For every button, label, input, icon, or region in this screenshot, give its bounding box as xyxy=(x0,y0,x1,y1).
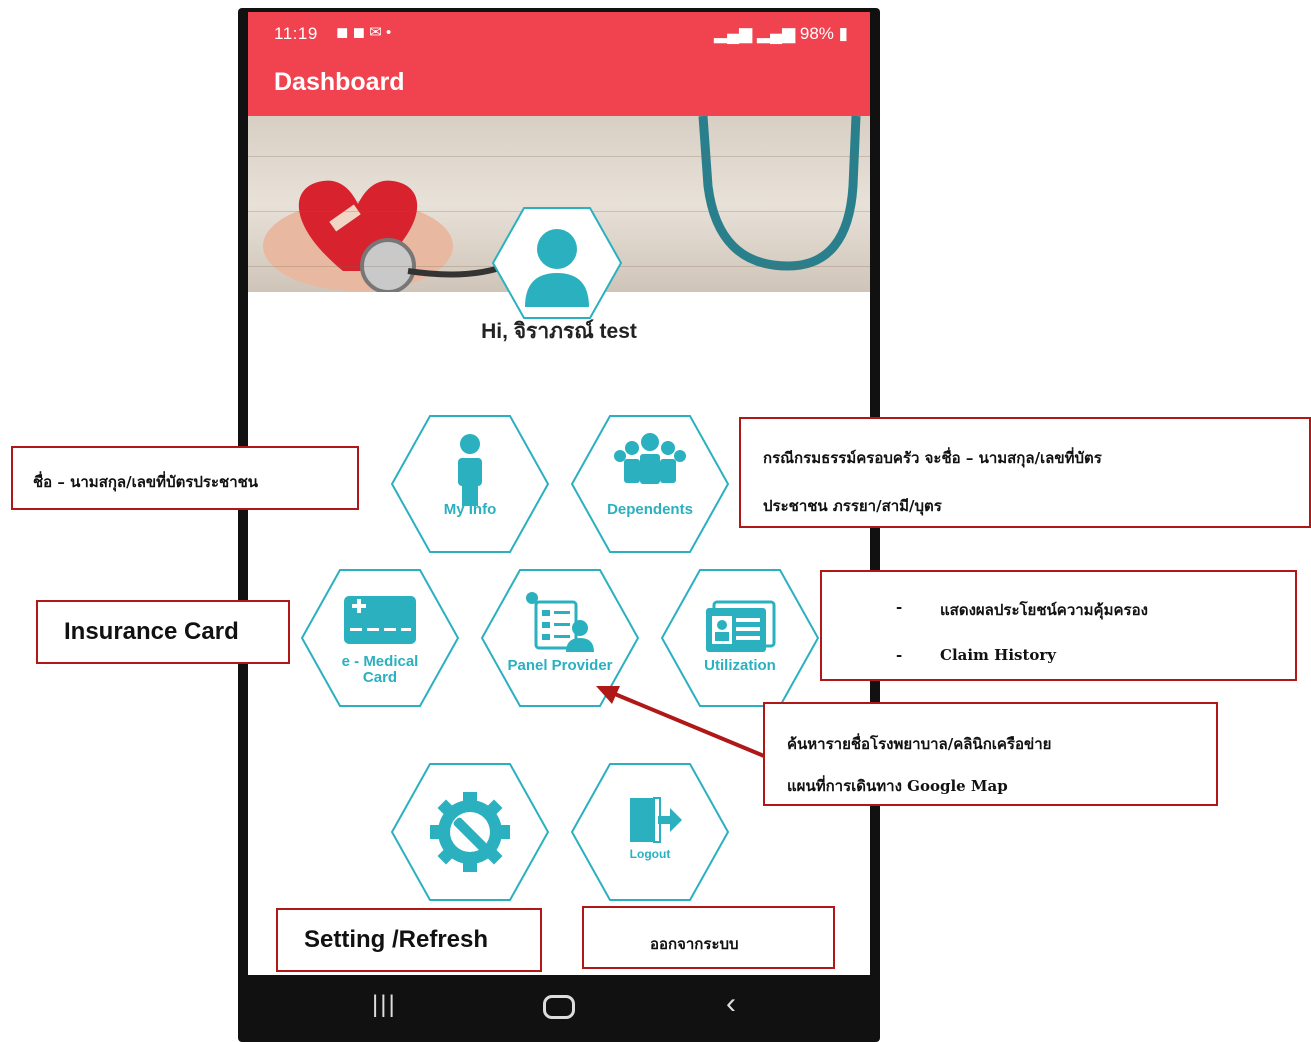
stethoscope-icon xyxy=(698,116,861,271)
status-right: ▂▄▆ ▂▄▆ 98% ▮ xyxy=(714,24,848,44)
recent-apps-icon[interactable]: ||| xyxy=(372,991,397,1019)
annotation-name-id: ชื่อ – นามสกุล/เลขที่บัตรประชาชน xyxy=(11,446,359,510)
annotation-logout-text: ออกจากระบบ xyxy=(650,935,739,953)
e-medical-card-label: e - Medical Card xyxy=(300,654,460,686)
annotation-setting-refresh: Setting /Refresh xyxy=(276,908,542,972)
annotation-insurance-card: Insurance Card xyxy=(36,600,290,664)
annotation-search-line2: แผนที่การเดินทาง Google Map xyxy=(787,777,1008,795)
dependents-button[interactable]: Dependents xyxy=(570,414,730,554)
annotation-search-line1: ค้นหารายชื่อโรงพยาบาล/คลินิกเครือข่าย xyxy=(787,735,1052,753)
page-title: Dashboard xyxy=(274,68,405,96)
logout-label: Logout xyxy=(629,847,671,861)
annotation-arrow xyxy=(596,686,765,758)
status-bar: 11:19 ◼ ◼ ✉ • ▂▄▆ ▂▄▆ 98% ▮ xyxy=(248,12,870,56)
user-icon xyxy=(537,229,577,269)
my-info-label: My Info xyxy=(443,501,497,518)
bullet-dash: - xyxy=(896,646,903,664)
annotation-benefits-text: แสดงผลประโยชน์ความคุ้มครอง xyxy=(940,601,1148,619)
avatar[interactable] xyxy=(492,207,622,319)
signal-icon: ▂▄▆ ▂▄▆ xyxy=(714,24,796,43)
annotation-panel-provider: ค้นหารายชื่อโรงพยาบาล/คลินิกเครือข่าย แผ… xyxy=(763,702,1218,806)
e-medical-card-label-line2: Card xyxy=(362,669,398,686)
greeting-text: Hi, จิราภรณ์ test xyxy=(481,320,637,343)
annotation-insurance-card-text: Insurance Card xyxy=(64,618,239,645)
notification-icons: ◼ ◼ ✉ • xyxy=(336,24,392,41)
battery-level: 98% xyxy=(799,24,834,43)
bullet-dash: - xyxy=(896,598,903,616)
annotation-family: กรณีกรมธรรม์ครอบครัว จะชื่อ – นามสกุล/เล… xyxy=(739,417,1311,528)
android-nav-bar: ||| ‹ xyxy=(248,975,870,1035)
annotation-utilization: - แสดงผลประโยชน์ความคุ้มครอง - Claim His… xyxy=(820,570,1297,681)
logout-button[interactable]: Logout xyxy=(570,762,730,902)
battery-icon: ▮ xyxy=(838,24,848,43)
annotation-family-line2: ประชาชน ภรรยา/สามี/บุตร xyxy=(763,497,942,515)
my-info-button[interactable]: My Info xyxy=(390,414,550,554)
e-medical-card-button[interactable]: e - Medical Card xyxy=(300,568,460,708)
medical-card-icon xyxy=(344,596,416,644)
dependents-label: Dependents xyxy=(607,501,693,518)
wood-line xyxy=(248,156,870,157)
status-time: 11:19 xyxy=(274,24,318,43)
folder-id-icon xyxy=(706,600,776,652)
gear-wrench-icon xyxy=(430,792,510,872)
e-medical-card-label-line1: e - Medical xyxy=(341,653,419,670)
home-icon[interactable] xyxy=(543,995,575,1019)
annotation-logout: ออกจากระบบ xyxy=(582,906,835,969)
annotation-name-id-text: ชื่อ – นามสกุล/เลขที่บัตรประชาชน xyxy=(33,473,259,491)
annotation-setting-refresh-text: Setting /Refresh xyxy=(304,926,489,953)
app-bar: Dashboard xyxy=(248,56,870,116)
back-icon[interactable]: ‹ xyxy=(726,987,736,1021)
annotation-family-line1: กรณีกรมธรรม์ครอบครัว จะชื่อ – นามสกุล/เล… xyxy=(763,449,1102,467)
annotation-claim-history-text: Claim History xyxy=(940,646,1057,664)
settings-button[interactable] xyxy=(390,762,550,902)
